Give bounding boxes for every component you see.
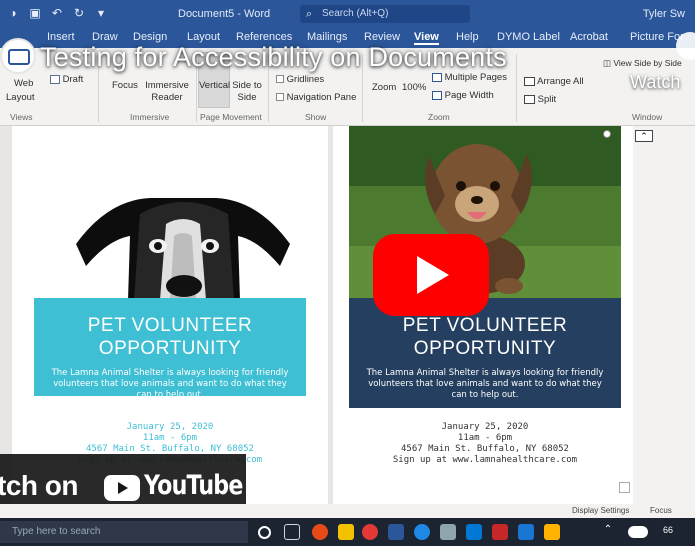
banner-body-1: The Lamna Animal Shelter is always looki… [51, 368, 289, 400]
page-width-icon [432, 90, 442, 100]
immersive-reader-button[interactable]: Immersive Reader [142, 80, 192, 104]
undo-icon[interactable]: ↶ [50, 6, 64, 20]
save-icon[interactable]: ▣ [28, 6, 42, 20]
redo-icon[interactable]: ↻ [72, 6, 86, 20]
video-title[interactable]: Testing for Accessibility on Documents [40, 42, 507, 73]
layout-options-icon[interactable] [619, 482, 630, 493]
event-date-1: January 25, 2020 [126, 422, 214, 432]
file-explorer-icon[interactable] [338, 524, 354, 540]
event-address-2: 4567 Main St. Buffalo, NY 68052 [401, 444, 569, 454]
zoom-100-button[interactable]: 100% [402, 82, 426, 93]
navigation-pane-checkbox[interactable]: Navigation Pane [276, 92, 356, 103]
app-icon-gray[interactable] [440, 524, 456, 540]
zoom-button[interactable]: Zoom [372, 82, 396, 93]
app-icon-yellow[interactable] [544, 524, 560, 540]
play-icon [417, 256, 449, 294]
immersive-group-label: Immersive [130, 112, 170, 122]
quick-access-toolbar: ◑ ▣ ↶ ↻ ▾ [6, 6, 108, 20]
event-time-1: 11am - 6pm [142, 433, 198, 443]
split-label: Split [537, 94, 557, 105]
document-page-2: PET VOLUNTEER OPPORTUNITY The Lamna Anim… [333, 126, 633, 504]
vscode-icon[interactable] [518, 524, 534, 540]
split-icon [524, 94, 535, 104]
page-width-label: Page Width [444, 90, 494, 101]
right-pane: ⌃ [633, 126, 695, 504]
play-button[interactable] [373, 234, 489, 316]
window-group-label: Window [632, 112, 663, 122]
youtube-logo-icon [104, 475, 140, 501]
volunteer-banner-1: PET VOLUNTEER OPPORTUNITY The Lamna Anim… [34, 298, 306, 400]
arrange-all-icon [524, 76, 535, 86]
taskbar-search-placeholder: Type here to search [12, 526, 101, 537]
search-box[interactable]: ⌕ Search (Alt+Q) [300, 5, 470, 23]
page-width-button[interactable]: Page Width [432, 90, 494, 101]
nav-pane-checkbox-box [276, 93, 284, 102]
user-name[interactable]: Tyler Sw [643, 8, 685, 20]
cortana-icon[interactable] [258, 526, 271, 539]
tray-chevron-icon[interactable]: ⌃ [600, 524, 616, 540]
print-layout-button[interactable]: Layout [6, 92, 35, 103]
customize-toolbar-icon[interactable]: ▾ [94, 6, 108, 20]
taskbar-search-box[interactable]: Type here to search [0, 521, 248, 543]
search-icon: ⌕ [306, 8, 313, 20]
word-status-bar: Display Settings Focus [0, 504, 695, 518]
document-page-1: PET VOLUNTEER OPPORTUNITY The Lamna Anim… [12, 126, 328, 504]
display-settings-button[interactable]: Display Settings [572, 506, 629, 515]
split-button[interactable]: Split [524, 94, 556, 105]
image-resize-handle[interactable] [603, 130, 611, 138]
video-title-bar: Testing for Accessibility on Documents [0, 36, 695, 78]
autosave-toggle-icon[interactable]: ◑ [6, 6, 20, 20]
word-title-bar: ◑ ▣ ↶ ↻ ▾ Document5 - Word ⌕ Search (Alt… [0, 0, 695, 28]
banner-body-2: The Lamna Animal Shelter is always looki… [366, 368, 604, 400]
task-view-icon[interactable] [284, 524, 300, 540]
banner-heading-1: PET VOLUNTEER OPPORTUNITY [87, 315, 253, 359]
watch-later-button[interactable]: Watch [630, 72, 680, 93]
event-signup-2: Sign up at www.lamnahealthcare.com [392, 455, 578, 465]
show-group-label: Show [305, 112, 327, 122]
youtube-wordmark: YouTube [144, 470, 243, 501]
app-icon-red[interactable] [362, 524, 378, 540]
word-taskbar-icon[interactable] [388, 524, 404, 540]
document-area[interactable]: PET VOLUNTEER OPPORTUNITY The Lamna Anim… [0, 126, 695, 504]
views-group-label: Views [10, 112, 33, 122]
zoom-group-label: Zoom [428, 112, 450, 122]
event-date-2: January 25, 2020 [441, 422, 529, 432]
vertical-button[interactable]: Vertical [199, 80, 230, 91]
search-placeholder: Search (Alt+Q) [322, 8, 389, 19]
watch-on-text: tch on [0, 470, 79, 501]
collapse-ribbon-icon[interactable]: ⌃ [635, 130, 653, 142]
windows-taskbar: Type here to search ⌃ 66 [0, 518, 695, 546]
navigation-pane-label: Navigation Pane [286, 92, 357, 103]
page-movement-group-label: Page Movement [200, 112, 262, 122]
dog-photo-bw [76, 198, 290, 300]
event-time-2: 11am - 6pm [457, 433, 513, 443]
onedrive-icon[interactable] [628, 526, 648, 538]
web-layout-button[interactable]: Web [14, 78, 33, 89]
banner-heading-2: PET VOLUNTEER OPPORTUNITY [402, 315, 568, 359]
focus-mode-button[interactable]: Focus [650, 506, 672, 515]
document-title: Document5 - Word [178, 8, 271, 20]
edge-icon[interactable] [414, 524, 430, 540]
chrome-icon[interactable] [312, 524, 328, 540]
event-details-2: January 25, 2020 11am - 6pm 4567 Main St… [349, 422, 621, 466]
tray-weather[interactable]: 66 [663, 525, 673, 535]
outlook-icon[interactable] [466, 524, 482, 540]
focus-button[interactable]: Focus [112, 80, 138, 91]
acrobat-icon[interactable] [492, 524, 508, 540]
side-to-side-button[interactable]: Side to Side [232, 80, 262, 104]
